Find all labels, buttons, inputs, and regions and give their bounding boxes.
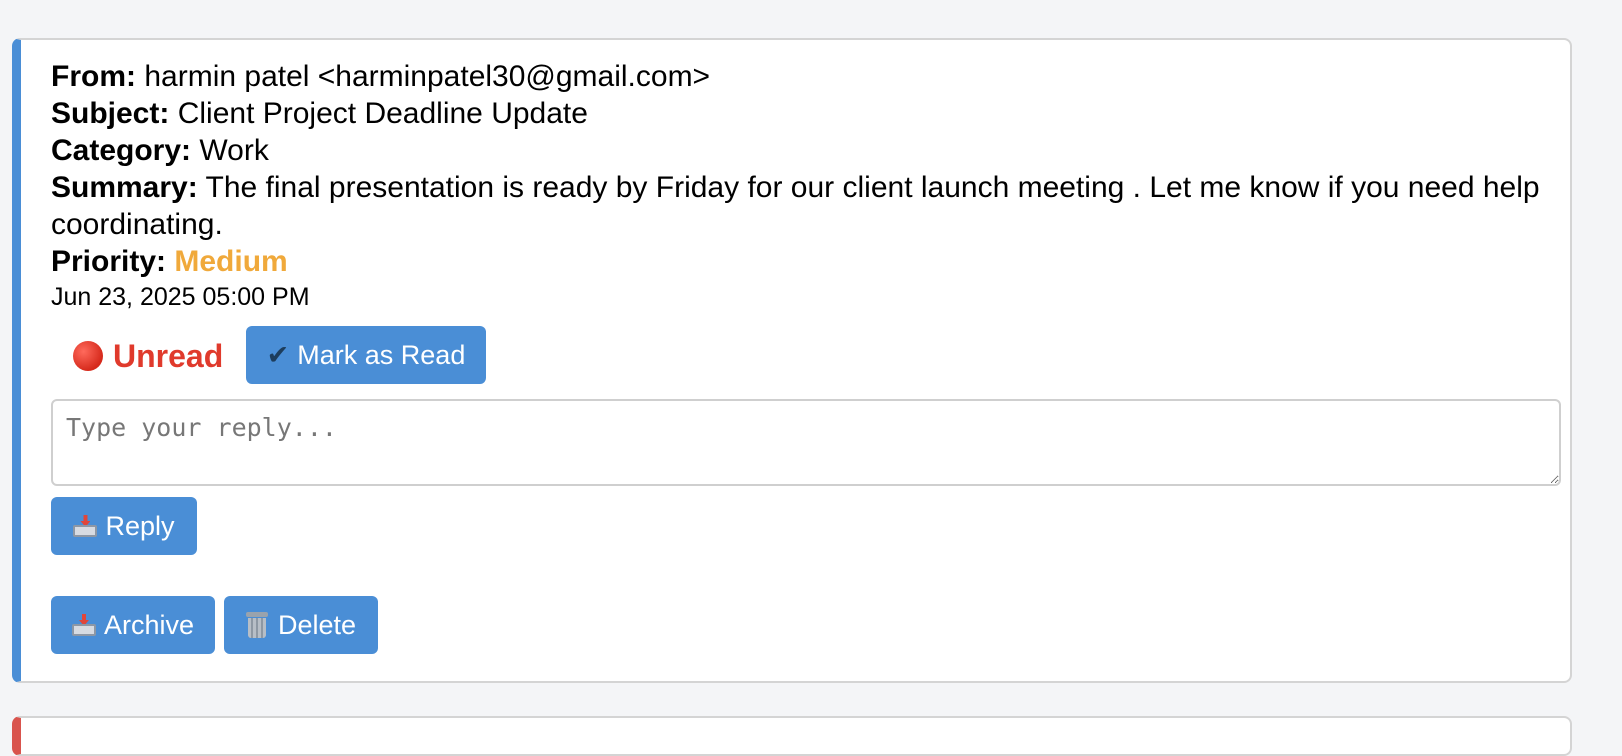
category-line: Category: Work bbox=[51, 132, 1551, 169]
email-card: From: harmin patel <harminpatel30@gmail.… bbox=[12, 38, 1572, 683]
category-label: Category: bbox=[51, 134, 192, 167]
priority-value: Medium bbox=[174, 245, 288, 278]
subject-value: Client Project Deadline Update bbox=[177, 97, 588, 130]
mark-as-read-label: Mark as Read bbox=[297, 339, 466, 370]
outbox-tray-icon bbox=[73, 515, 98, 537]
unread-status: Unread bbox=[73, 326, 223, 386]
delete-button[interactable]: Delete bbox=[224, 596, 378, 654]
subject-label: Subject: bbox=[51, 97, 170, 130]
reply-label: Reply bbox=[105, 510, 175, 541]
reply-input[interactable] bbox=[51, 399, 1561, 486]
archive-label: Archive bbox=[103, 609, 195, 640]
red-circle-icon bbox=[73, 341, 103, 371]
email-details: From: harmin patel <harminpatel30@gmail.… bbox=[51, 58, 1551, 315]
archive-button[interactable]: Archive bbox=[51, 596, 215, 654]
summary-label: Summary: bbox=[51, 171, 198, 204]
summary-line: Summary: The final presentation is ready… bbox=[51, 169, 1551, 243]
outbox-tray-icon bbox=[71, 614, 96, 636]
reply-button[interactable]: Reply bbox=[51, 497, 197, 555]
subject-line: Subject: Client Project Deadline Update bbox=[51, 95, 1551, 132]
check-icon: ✔ bbox=[266, 339, 290, 370]
from-label: From: bbox=[51, 60, 136, 93]
unread-label: Unread bbox=[113, 337, 224, 374]
category-value: Work bbox=[199, 134, 269, 167]
mark-as-read-button[interactable]: ✔ Mark as Read bbox=[246, 326, 486, 384]
next-email-card bbox=[12, 716, 1572, 756]
status-row: Unread ✔ Mark as Read bbox=[51, 326, 1051, 386]
from-line: From: harmin patel <harminpatel30@gmail.… bbox=[51, 58, 1551, 95]
timestamp: Jun 23, 2025 05:00 PM bbox=[51, 283, 310, 311]
summary-value: The final presentation is ready by Frida… bbox=[51, 171, 1540, 241]
priority-label: Priority: bbox=[51, 245, 167, 278]
delete-label: Delete bbox=[277, 609, 357, 640]
priority-line: Priority: Medium bbox=[51, 243, 1551, 280]
wastebasket-icon bbox=[245, 612, 268, 638]
from-value: harmin patel <harminpatel30@gmail.com> bbox=[144, 60, 711, 93]
